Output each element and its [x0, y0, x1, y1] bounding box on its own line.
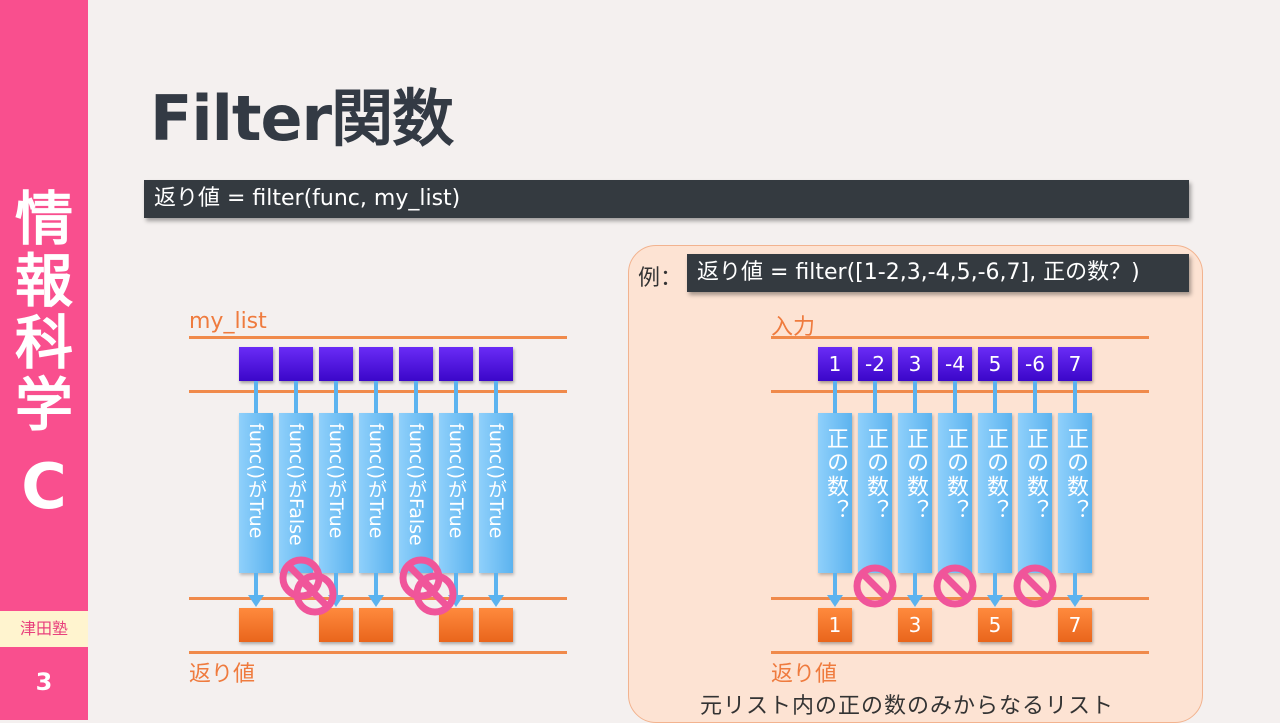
test-pill: func()がFalse [399, 413, 433, 573]
input-box [239, 347, 273, 381]
divider-line [771, 390, 1149, 393]
input-box: -6 [1018, 347, 1052, 381]
arrow-shaft [494, 573, 498, 597]
arrow-shaft [993, 381, 997, 413]
arrow-shaft [254, 381, 258, 413]
divider-line [771, 651, 1149, 654]
arrow-head [827, 595, 843, 607]
arrow-shaft [913, 573, 917, 597]
sidebar: 情 報 科 学 C 津田塾 3 [0, 0, 88, 720]
arrow-shaft [454, 381, 458, 413]
arrow-head [907, 595, 923, 607]
my-list-label: my_list [189, 309, 267, 334]
arrow-shaft [334, 381, 338, 413]
arrow-head [488, 595, 504, 607]
input-box: -2 [858, 347, 892, 381]
arrow-shaft [374, 573, 378, 597]
arrow-shaft [833, 381, 837, 413]
arrow-shaft [1073, 381, 1077, 413]
input-box: 1 [818, 347, 852, 381]
arrow-shaft [833, 573, 837, 597]
input-box [479, 347, 513, 381]
arrow-head [248, 595, 264, 607]
no-entry-icon [933, 564, 977, 608]
divider-line [189, 651, 567, 654]
input-box [319, 347, 353, 381]
arrow-shaft [374, 381, 378, 413]
arrow-shaft [993, 573, 997, 597]
test-pill: 正の数？ [978, 413, 1012, 573]
example-label: 例： [638, 266, 683, 291]
return-value-label: 返り値 [189, 662, 256, 687]
arrow-shaft [414, 381, 418, 413]
test-pill: 正の数？ [1058, 413, 1092, 573]
test-pill: func()がTrue [479, 413, 513, 573]
output-box: 5 [978, 608, 1012, 642]
output-box [359, 608, 393, 642]
divider-line [771, 336, 1149, 339]
arrow-head [987, 595, 1003, 607]
school-name: 津田塾 [0, 611, 88, 647]
input-box: 3 [898, 347, 932, 381]
divider-line [189, 336, 567, 339]
test-pill: 正の数？ [1018, 413, 1052, 573]
input-box [359, 347, 393, 381]
output-box: 7 [1058, 608, 1092, 642]
test-pill: func()がTrue [359, 413, 393, 573]
test-pill: 正の数？ [898, 413, 932, 573]
output-box [479, 608, 513, 642]
test-pill: func()がTrue [239, 413, 273, 573]
arrow-shaft [254, 573, 258, 597]
arrow-shaft [294, 381, 298, 413]
input-box [399, 347, 433, 381]
result-caption: 元リスト内の正の数のみからなるリスト [700, 694, 1115, 719]
no-entry-icon [853, 564, 897, 608]
arrow-head [368, 595, 384, 607]
course-char: 報 [14, 247, 73, 315]
syntax-code-bar: 返り値 = filter(func, my_list) [144, 180, 1189, 218]
course-char: 情 [14, 185, 73, 253]
arrow-shaft [494, 381, 498, 413]
arrow-shaft [953, 381, 957, 413]
no-entry-icon [413, 572, 457, 616]
course-char: 学 [14, 371, 73, 439]
divider-line [189, 390, 567, 393]
course-title: 情 報 科 学 C [0, 188, 88, 518]
arrow-shaft [1033, 381, 1037, 413]
output-box [239, 608, 273, 642]
arrow-head [1067, 595, 1083, 607]
test-pill: func()がFalse [279, 413, 313, 573]
input-box: 5 [978, 347, 1012, 381]
slide-title: Filter関数 [150, 82, 454, 155]
test-pill: func()がTrue [439, 413, 473, 573]
output-box: 1 [818, 608, 852, 642]
no-entry-icon [293, 572, 337, 616]
test-pill: 正の数？ [818, 413, 852, 573]
course-letter: C [21, 450, 67, 523]
no-entry-icon [1013, 564, 1057, 608]
example-code-bar: 返り値 = filter([1-2,3,-4,5,-6,7], 正の数？) [687, 254, 1189, 292]
test-pill: func()がTrue [319, 413, 353, 573]
arrow-shaft [1073, 573, 1077, 597]
example-return-label: 返り値 [771, 662, 838, 687]
page-number: 3 [35, 668, 53, 696]
arrow-shaft [913, 381, 917, 413]
input-box [439, 347, 473, 381]
arrow-shaft [873, 381, 877, 413]
input-box [279, 347, 313, 381]
output-box: 3 [898, 608, 932, 642]
input-box: 7 [1058, 347, 1092, 381]
test-pill: 正の数？ [938, 413, 972, 573]
course-char: 科 [14, 309, 73, 377]
test-pill: 正の数？ [858, 413, 892, 573]
input-box: -4 [938, 347, 972, 381]
